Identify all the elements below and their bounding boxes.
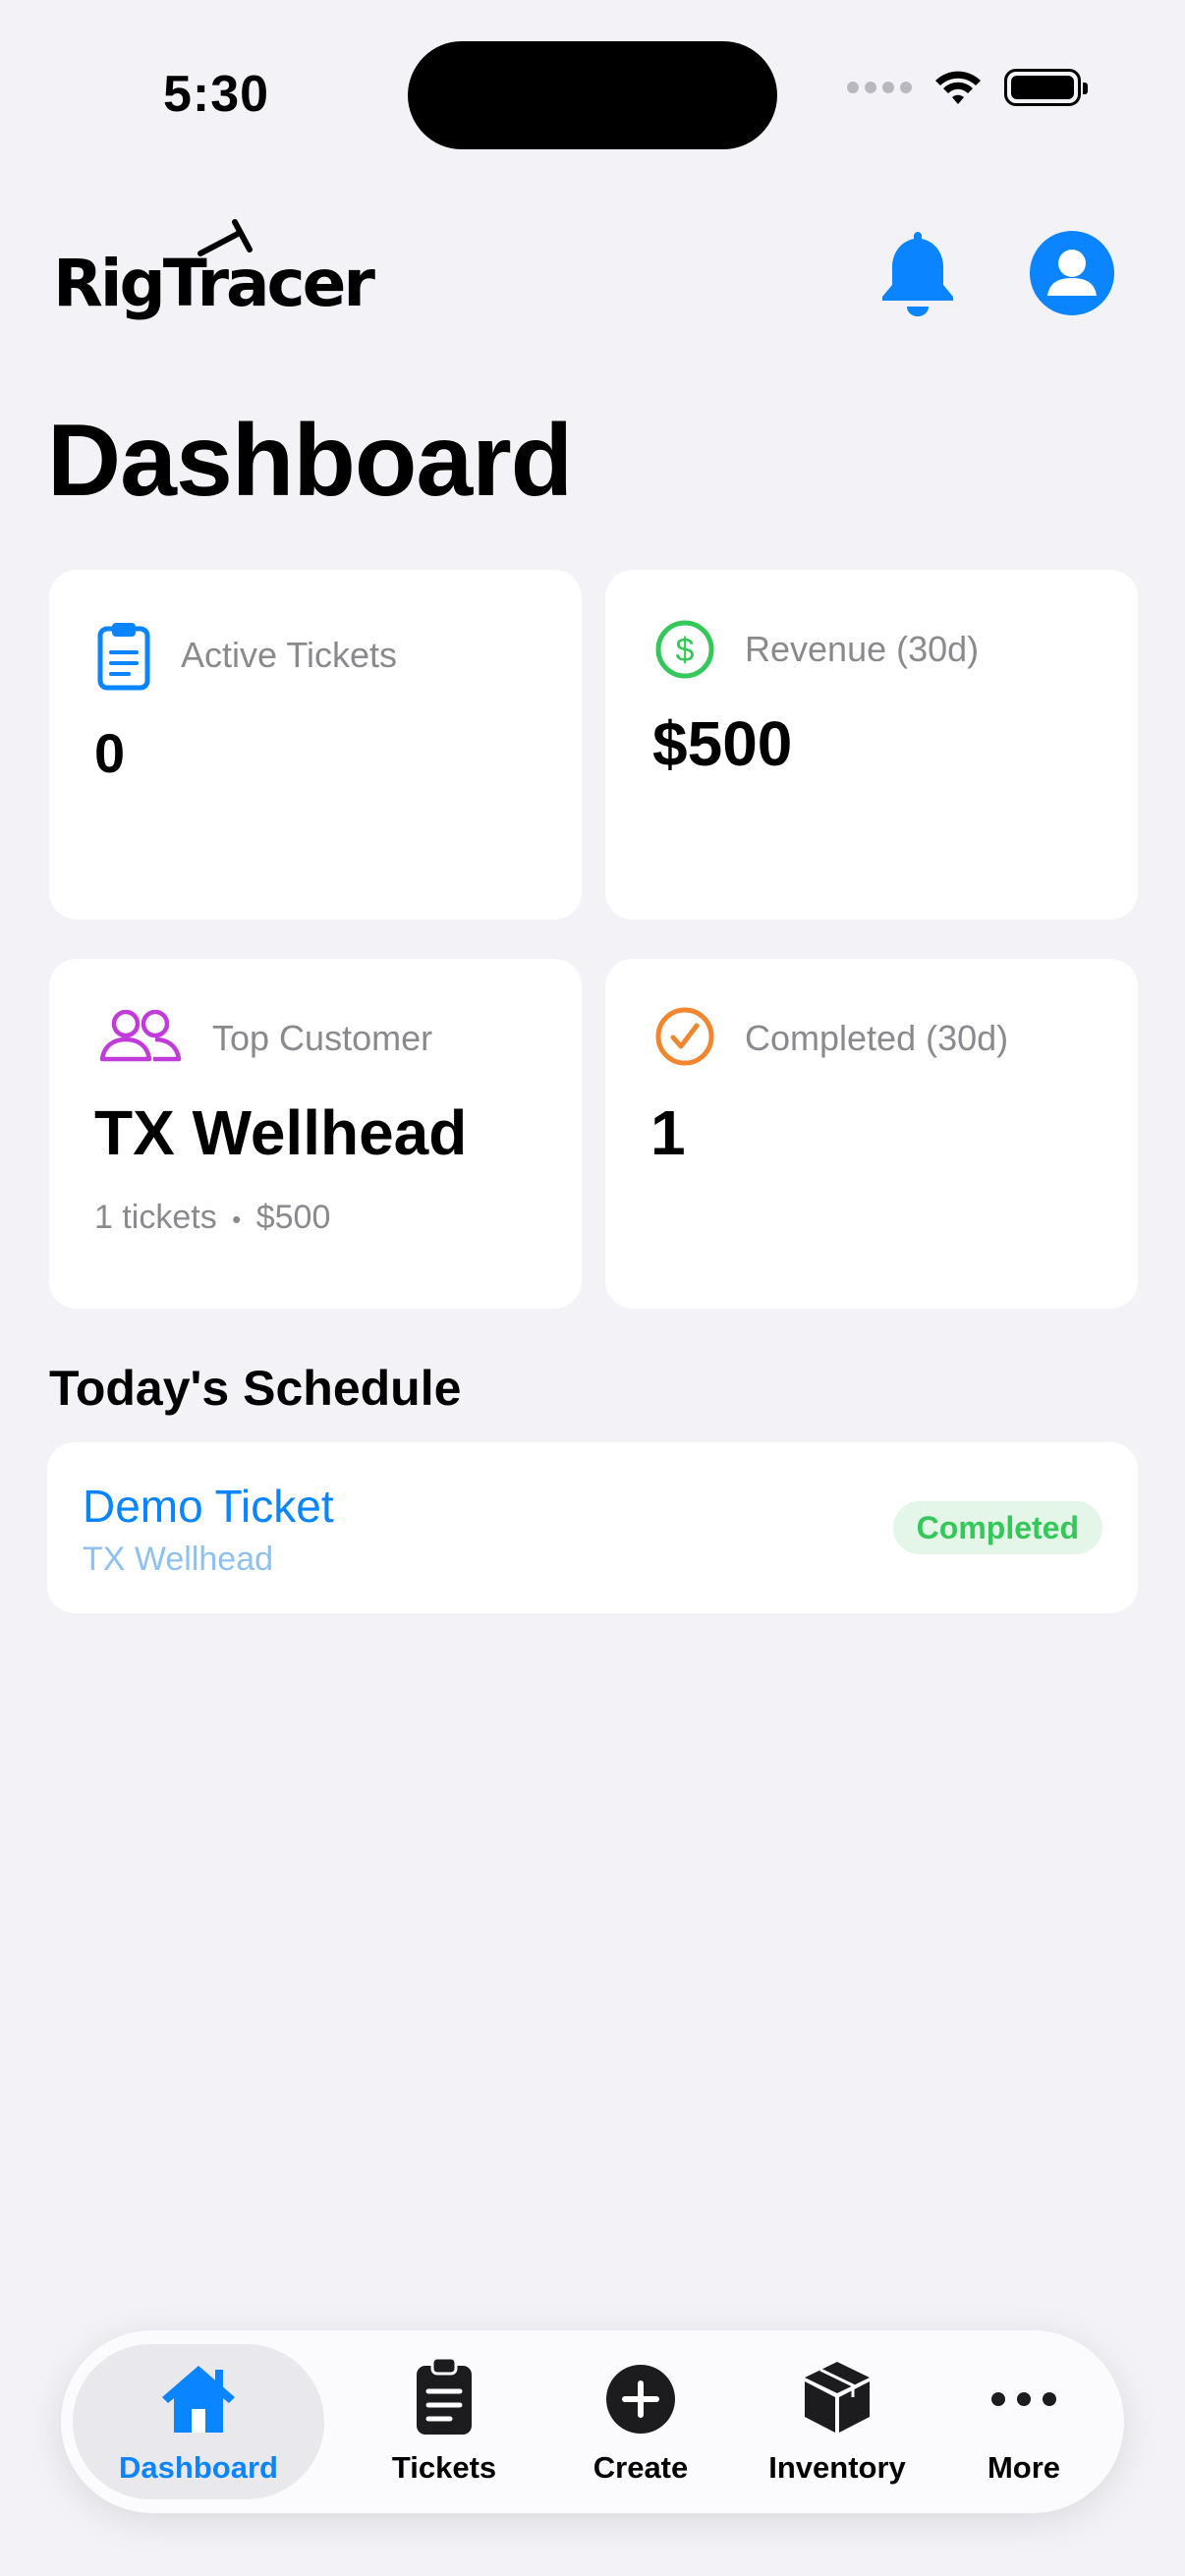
logo-text: RigTracer	[53, 246, 375, 321]
status-time: 5:30	[163, 66, 270, 123]
tab-create[interactable]: Create	[542, 2330, 739, 2513]
revenue-label: Revenue (30d)	[745, 629, 980, 669]
profile-button[interactable]	[1030, 231, 1114, 315]
plus-circle-icon	[606, 2365, 675, 2434]
page-title: Dashboard	[47, 404, 573, 518]
schedule-item[interactable]: Demo Ticket TX Wellhead Completed	[47, 1442, 1138, 1613]
tab-inventory-label: Inventory	[768, 2450, 906, 2485]
top-customer-label: Top Customer	[212, 1018, 433, 1058]
app-logo: RigTracer	[53, 214, 375, 327]
people-icon	[99, 1009, 182, 1062]
revenue-value: $500	[652, 708, 793, 779]
status-badge: Completed	[892, 1501, 1102, 1554]
tab-inventory[interactable]: Inventory	[739, 2330, 935, 2513]
tab-bar: Dashboard Tickets Create Inventory More	[61, 2330, 1124, 2513]
dynamic-island	[408, 41, 777, 149]
top-customer-value: TX Wellhead	[94, 1097, 468, 1168]
tab-more[interactable]: More	[926, 2330, 1122, 2513]
top-customer-subtitle: 1 tickets • $500	[94, 1199, 330, 1237]
box-icon	[805, 2362, 870, 2433]
tab-more-label: More	[987, 2450, 1061, 2485]
revenue-card[interactable]: $ Revenue (30d) $500	[605, 570, 1138, 920]
tab-dashboard-label: Dashboard	[119, 2450, 278, 2485]
tab-dashboard[interactable]: Dashboard	[61, 2330, 336, 2513]
schedule-item-customer: TX Wellhead	[83, 1540, 274, 1578]
top-customer-card[interactable]: Top Customer TX Wellhead 1 tickets • $50…	[49, 959, 582, 1309]
completed-label: Completed (30d)	[745, 1018, 1009, 1058]
completed-value: 1	[650, 1097, 686, 1168]
active-tickets-label: Active Tickets	[181, 635, 398, 675]
schedule-item-title: Demo Ticket	[83, 1481, 334, 1532]
tab-tickets[interactable]: Tickets	[346, 2330, 542, 2513]
checkmark-circle-icon	[655, 1007, 714, 1066]
clipboard-icon	[97, 623, 150, 691]
active-tickets-card[interactable]: Active Tickets 0	[49, 570, 582, 920]
wifi-icon	[935, 71, 981, 104]
bell-icon	[882, 232, 953, 316]
top-customer-amount: $500	[255, 1199, 331, 1236]
tab-create-label: Create	[592, 2450, 689, 2485]
house-icon	[162, 2366, 235, 2433]
svg-text:$: $	[676, 632, 695, 669]
clipboard-icon	[417, 2356, 472, 2435]
schedule-section-title: Today's Schedule	[49, 1361, 462, 1416]
battery-icon	[1004, 69, 1088, 106]
status-indicators	[847, 69, 1088, 106]
separator-dot: •	[232, 1204, 242, 1234]
ellipsis-icon	[991, 2392, 1056, 2406]
person-icon	[1047, 250, 1097, 296]
top-customer-ticket-count: 1 tickets	[94, 1199, 217, 1236]
notifications-button[interactable]	[876, 228, 959, 323]
dollar-circle-icon: $	[655, 620, 714, 679]
completed-card[interactable]: Completed (30d) 1	[605, 959, 1138, 1309]
tab-tickets-label: Tickets	[391, 2450, 497, 2485]
active-tickets-value: 0	[94, 722, 126, 784]
signal-icon	[847, 82, 912, 93]
